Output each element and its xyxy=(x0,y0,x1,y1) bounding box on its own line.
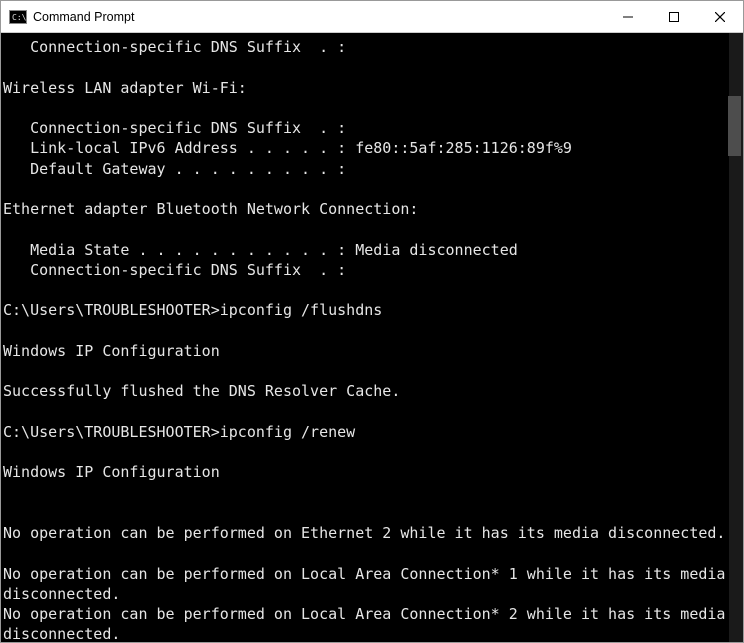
titlebar[interactable]: C:\ Command Prompt xyxy=(1,1,743,33)
terminal-line: No operation can be performed on Etherne… xyxy=(3,523,727,543)
close-icon xyxy=(715,12,725,22)
terminal-line: C:\Users\TROUBLESHOOTER>ipconfig /flushd… xyxy=(3,300,727,320)
scrollbar-thumb[interactable] xyxy=(728,96,741,156)
terminal-line xyxy=(3,280,727,300)
terminal-line xyxy=(3,321,727,341)
svg-text:C:\: C:\ xyxy=(12,13,27,22)
command-prompt-window: C:\ Command Prompt Connection-specific D… xyxy=(0,0,744,643)
minimize-icon xyxy=(623,12,633,22)
maximize-icon xyxy=(669,12,679,22)
terminal-line xyxy=(3,442,727,462)
close-button[interactable] xyxy=(697,1,743,32)
terminal-line: Wireless LAN adapter Wi-Fi: xyxy=(3,78,727,98)
terminal-line xyxy=(3,219,727,239)
terminal-line: Default Gateway . . . . . . . . . : xyxy=(3,159,727,179)
terminal-line xyxy=(3,361,727,381)
terminal-line: Media State . . . . . . . . . . . : Medi… xyxy=(3,240,727,260)
terminal-line: Ethernet adapter Bluetooth Network Conne… xyxy=(3,199,727,219)
terminal-line xyxy=(3,98,727,118)
terminal-line xyxy=(3,57,727,77)
terminal-line: Successfully flushed the DNS Resolver Ca… xyxy=(3,381,727,401)
terminal-line: Connection-specific DNS Suffix . : xyxy=(3,260,727,280)
terminal-line: No operation can be performed on Local A… xyxy=(3,564,727,605)
vertical-scrollbar[interactable] xyxy=(729,33,743,642)
terminal-line: Connection-specific DNS Suffix . : xyxy=(3,118,727,138)
terminal-line xyxy=(3,402,727,422)
terminal-line xyxy=(3,483,727,503)
terminal-line xyxy=(3,503,727,523)
terminal-line: Windows IP Configuration xyxy=(3,462,727,482)
terminal-output[interactable]: Connection-specific DNS Suffix . : Wirele… xyxy=(1,33,729,642)
terminal-line: Link-local IPv6 Address . . . . . : fe80… xyxy=(3,138,727,158)
terminal-line: Windows IP Configuration xyxy=(3,341,727,361)
maximize-button[interactable] xyxy=(651,1,697,32)
client-area: Connection-specific DNS Suffix . : Wirele… xyxy=(1,33,743,642)
terminal-line xyxy=(3,179,727,199)
terminal-line: C:\Users\TROUBLESHOOTER>ipconfig /renew xyxy=(3,422,727,442)
app-icon: C:\ xyxy=(9,10,27,24)
terminal-line: Connection-specific DNS Suffix . : xyxy=(3,37,727,57)
window-title: Command Prompt xyxy=(33,10,134,24)
terminal-line: No operation can be performed on Local A… xyxy=(3,604,727,642)
terminal-line xyxy=(3,543,727,563)
minimize-button[interactable] xyxy=(605,1,651,32)
